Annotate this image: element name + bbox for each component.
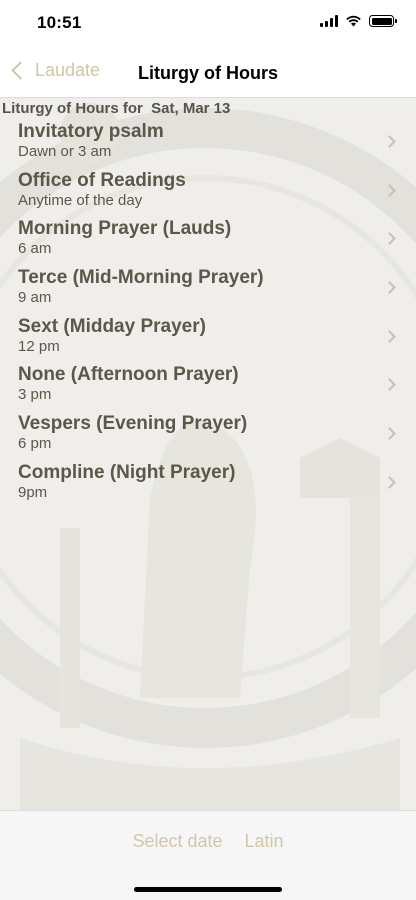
hours-list: Invitatory psalm Dawn or 3 am Office of …	[0, 120, 416, 510]
list-item[interactable]: Sext (Midday Prayer) 12 pm	[0, 315, 416, 364]
status-time: 10:51	[37, 13, 82, 32]
page-title: Liturgy of Hours	[138, 63, 278, 83]
toolbar-buttons: Select date Latin	[0, 831, 416, 852]
item-title: Invitatory psalm	[18, 121, 164, 142]
item-title: Terce (Mid-Morning Prayer)	[18, 267, 264, 289]
list-item[interactable]: Morning Prayer (Lauds) 6 am	[0, 217, 416, 266]
item-title: Vespers (Evening Prayer)	[18, 413, 248, 435]
status-icons	[320, 15, 397, 27]
item-title: Compline (Night Prayer)	[18, 461, 236, 483]
bottom-toolbar: Select date Latin	[0, 810, 416, 900]
nav-bar: Laudate Liturgy of Hours	[0, 50, 416, 98]
list-item[interactable]: Compline (Night Prayer) 9pm	[0, 461, 416, 510]
item-time: 12 pm	[18, 337, 60, 355]
list-item[interactable]: Terce (Mid-Morning Prayer) 9 am	[0, 266, 416, 315]
item-title: Sext (Midday Prayer)	[18, 315, 206, 337]
item-time: 6 am	[18, 240, 52, 258]
item-title: None (Afternoon Prayer)	[18, 364, 239, 386]
list-item[interactable]: Invitatory psalm Dawn or 3 am	[0, 120, 416, 169]
battery-icon	[369, 15, 397, 27]
hours-list-view[interactable]: Liturgy of Hours for Sat, Mar 13 Invitat…	[0, 98, 416, 810]
signal-icon	[320, 15, 338, 27]
item-title: Office of Readings	[18, 169, 186, 191]
item-time: Anytime of the day	[18, 191, 143, 209]
item-time: 9pm	[18, 483, 48, 501]
item-time: 6 pm	[18, 435, 52, 453]
latin-button[interactable]: Latin	[245, 831, 284, 852]
date-header: Liturgy of Hours for Sat, Mar 13	[2, 100, 231, 117]
item-time: 3 pm	[18, 386, 52, 404]
list-item[interactable]: None (Afternoon Prayer) 3 pm	[0, 363, 416, 412]
wifi-icon	[346, 15, 361, 27]
item-time: 9 am	[18, 289, 52, 307]
status-bar: 10:51	[0, 0, 416, 50]
list-item[interactable]: Vespers (Evening Prayer) 6 pm	[0, 412, 416, 461]
item-time: Dawn or 3 am	[18, 143, 112, 160]
list-item[interactable]: Office of Readings Anytime of the day	[0, 169, 416, 218]
select-date-button[interactable]: Select date	[132, 831, 222, 852]
home-indicator[interactable]	[134, 887, 282, 892]
item-title: Morning Prayer (Lauds)	[18, 218, 232, 240]
